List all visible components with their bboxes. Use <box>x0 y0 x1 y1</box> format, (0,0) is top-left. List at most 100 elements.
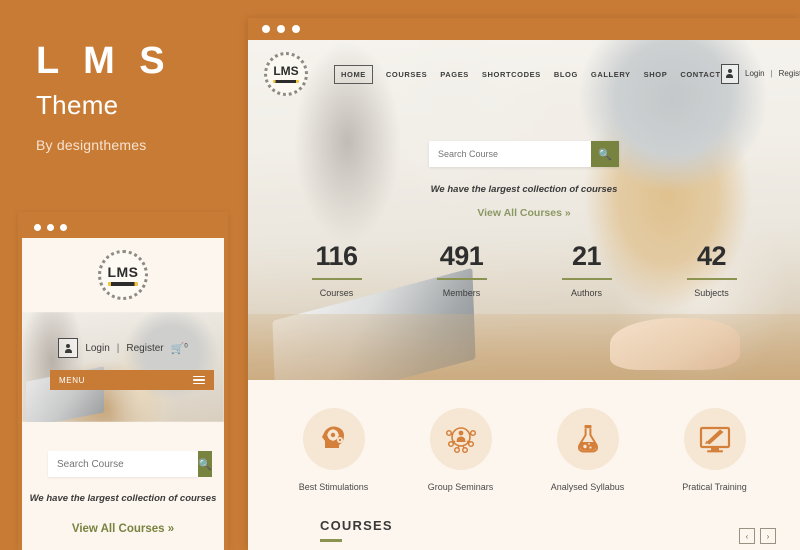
mobile-menu-bar[interactable]: MENU <box>50 370 214 390</box>
mobile-tagline: We have the largest collection of course… <box>29 493 217 504</box>
pencil-icon <box>108 281 138 286</box>
carousel-prev-button[interactable]: ‹ <box>739 528 755 544</box>
feature-label: Analysed Syllabus <box>550 482 625 492</box>
desktop-titlebar <box>248 18 800 40</box>
mobile-titlebar <box>22 216 224 238</box>
site-logo[interactable]: LMS <box>264 52 308 96</box>
features-section: Best Stimulations Group Seminars Analyse… <box>248 380 800 500</box>
courses-title: COURSES <box>320 518 393 533</box>
courses-title-group: COURSES <box>320 518 393 542</box>
feature-icon-circle <box>429 408 492 470</box>
mobile-hero-photo <box>22 312 224 422</box>
brand-author: By designthemes <box>36 136 147 153</box>
login-link[interactable]: Login <box>85 343 109 354</box>
window-dot-minimize[interactable] <box>47 223 54 231</box>
feature-label: Group Seminars <box>427 482 494 492</box>
main-navigation: HOME COURSES PAGES SHORTCODES BLOG GALLE… <box>334 64 721 84</box>
brand-block: L M S Theme By designthemes <box>0 0 248 153</box>
courses-carousel-nav: ‹ › <box>739 528 776 544</box>
mobile-logo-wrap: LMS <box>22 238 224 300</box>
stat-value: 42 <box>696 241 727 271</box>
window-dot-close[interactable] <box>34 223 41 231</box>
carousel-next-button[interactable]: › <box>760 528 776 544</box>
mobile-view-all-courses-link[interactable]: View All Courses » <box>22 523 224 535</box>
stat-value: 21 <box>571 241 602 271</box>
nav-item-contact[interactable]: CONTACT <box>680 70 720 79</box>
brain-head-icon <box>321 426 344 448</box>
register-link[interactable]: Register <box>779 69 800 78</box>
cart-icon[interactable]: 🛒0 <box>171 342 188 355</box>
mobile-account-area: Login | Register 🛒0 <box>22 338 224 358</box>
search-button[interactable]: 🔍 <box>198 451 212 477</box>
hamburger-icon[interactable] <box>193 375 205 385</box>
mobile-browser-window: LMS Login | Register 🛒0 MENU 🔍 We have t… <box>18 212 228 550</box>
mobile-site-logo[interactable]: LMS <box>98 250 148 300</box>
feature-analysed-syllabus[interactable]: Analysed Syllabus <box>524 408 651 492</box>
header-account-area: Login | Register 🛒0 <box>720 63 800 85</box>
search-input[interactable] <box>429 141 591 167</box>
window-dot-maximize[interactable] <box>292 25 300 33</box>
stat-label: Subjects <box>694 288 729 298</box>
stat-divider <box>561 278 612 280</box>
user-icon <box>64 343 72 353</box>
nav-item-shop[interactable]: SHOP <box>644 70 668 79</box>
courses-title-underline <box>320 539 342 542</box>
nav-item-blog[interactable]: BLOG <box>554 70 578 79</box>
stat-value: 491 <box>439 241 484 271</box>
pencil-icon <box>273 79 299 84</box>
nav-item-pages[interactable]: PAGES <box>440 70 469 79</box>
feature-best-stimulations[interactable]: Best Stimulations <box>270 408 397 492</box>
desktop-browser-window: LMS HOME COURSES PAGES SHORTCODES BLOG G… <box>248 18 800 550</box>
search-button[interactable]: 🔍 <box>591 141 619 167</box>
mobile-menu-label: MENU <box>59 375 85 385</box>
site-header: LMS HOME COURSES PAGES SHORTCODES BLOG G… <box>248 40 800 96</box>
stat-label: Courses <box>319 288 354 298</box>
feature-label: Best Stimulations <box>298 482 369 492</box>
courses-section-header: COURSES ‹ › <box>248 500 800 544</box>
account-separator: | <box>770 69 773 79</box>
stat-value: 116 <box>315 241 358 271</box>
mobile-search-bar: 🔍 <box>48 451 212 477</box>
stat-divider <box>436 278 487 280</box>
mobile-body: LMS Login | Register 🛒0 MENU 🔍 We have t… <box>22 238 224 550</box>
monitor-pen-icon <box>699 426 730 453</box>
brand-title: L M S <box>36 40 172 82</box>
hero-view-all-courses-link[interactable]: View All Courses » <box>248 207 800 219</box>
login-link[interactable]: Login <box>745 69 765 78</box>
window-dot-close[interactable] <box>262 25 270 33</box>
logo-text: LMS <box>273 63 299 78</box>
feature-icon-circle <box>683 408 746 470</box>
feature-icon-circle <box>556 408 619 470</box>
stat-courses: 116 Courses <box>274 243 399 298</box>
window-dot-maximize[interactable] <box>60 223 67 231</box>
nav-item-home[interactable]: HOME <box>334 64 373 84</box>
search-input[interactable] <box>48 451 198 477</box>
logo-text: LMS <box>107 263 139 280</box>
feature-icon-circle <box>302 408 365 470</box>
nav-item-shortcodes[interactable]: SHORTCODES <box>482 70 541 79</box>
brand-subtitle: Theme <box>36 89 119 120</box>
user-account-button[interactable] <box>58 338 79 358</box>
hero-tagline: We have the largest collection of course… <box>430 184 618 195</box>
feature-label: Pratical Training <box>682 482 747 492</box>
nav-item-courses[interactable]: COURSES <box>386 70 427 79</box>
user-account-button[interactable] <box>720 63 739 84</box>
stat-subjects: 42 Subjects <box>649 243 774 298</box>
stat-label: Authors <box>570 288 603 298</box>
flask-icon <box>577 425 598 453</box>
window-dot-minimize[interactable] <box>277 25 285 33</box>
hero-search-bar: 🔍 <box>429 141 619 167</box>
stat-divider <box>311 278 362 280</box>
stat-authors: 21 Authors <box>524 243 649 298</box>
stats-counters: 116 Courses 491 Members 21 Authors 42 Su… <box>248 243 800 298</box>
account-separator: | <box>116 342 120 354</box>
stat-label: Members <box>442 288 481 298</box>
stat-divider <box>686 278 737 280</box>
stat-members: 491 Members <box>399 243 524 298</box>
register-link[interactable]: Register <box>126 343 163 354</box>
network-group-icon <box>445 427 476 454</box>
feature-group-seminars[interactable]: Group Seminars <box>397 408 524 492</box>
nav-item-gallery[interactable]: GALLERY <box>591 70 631 79</box>
user-icon <box>726 69 734 79</box>
feature-pratical-training[interactable]: Pratical Training <box>651 408 778 492</box>
